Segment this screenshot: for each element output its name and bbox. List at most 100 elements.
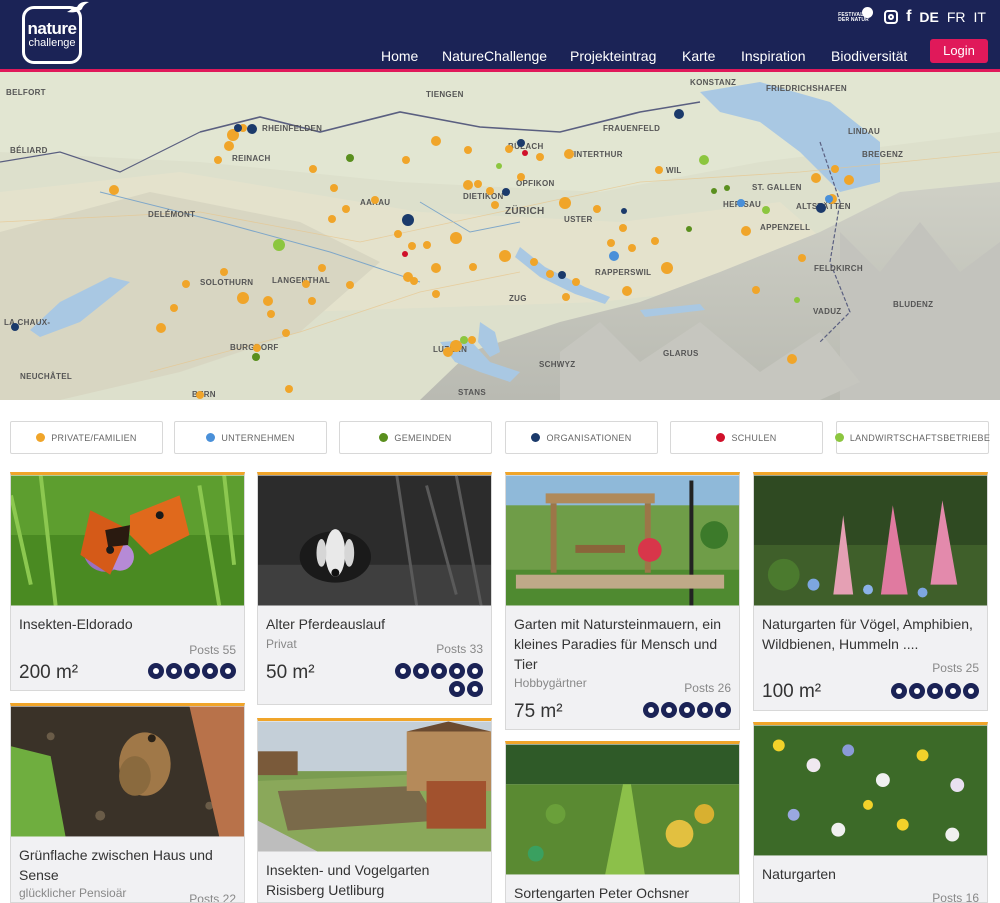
card-title[interactable]: Naturgarten <box>762 864 981 884</box>
snowflake-icon <box>467 681 483 697</box>
map-marker-farm <box>794 297 800 303</box>
nature-challenge-logo[interactable]: nature challenge <box>22 1 89 64</box>
map-marker-company <box>609 251 619 261</box>
map-marker-private <box>831 165 839 173</box>
map-marker-community <box>724 185 730 191</box>
project-card[interactable]: Insekten- und Vogelgarten Risisberg Uetl… <box>257 718 492 903</box>
project-photo <box>754 475 987 606</box>
project-card[interactable]: Alter Pferdeauslauf Privat Posts 33 50 m… <box>257 472 492 705</box>
map-marker-private <box>572 278 580 286</box>
nav-karte[interactable]: Karte <box>682 48 715 64</box>
legend-dot-school <box>716 433 726 442</box>
lang-de[interactable]: DE <box>919 9 938 25</box>
legend-label: ORGANISATIONEN <box>546 432 632 443</box>
map-marker-private <box>474 180 482 188</box>
map-marker-private <box>282 329 290 337</box>
map-marker-organisation <box>558 271 566 279</box>
card-area: 200 m² <box>19 662 79 683</box>
facebook-icon[interactable]: f <box>906 9 911 25</box>
nav-inspiration[interactable]: Inspiration <box>741 48 806 64</box>
map-marker-private <box>607 239 615 247</box>
project-card[interactable]: Naturgarten Posts 16 <box>753 722 988 903</box>
project-photo <box>506 744 739 875</box>
project-card[interactable]: Naturgarten für Vögel, Amphibien, Wildbi… <box>753 472 988 711</box>
card-title[interactable]: Insekten- und Vogelgarten Risisberg Uetl… <box>266 860 485 900</box>
map-marker-farm <box>762 206 770 214</box>
map-marker-private <box>410 277 418 285</box>
legend-label: LANDWIRTSCHAFTSBETRIEBE <box>849 432 991 443</box>
map-marker-private <box>253 344 261 352</box>
card-icons <box>643 702 731 718</box>
map-marker-private <box>285 385 293 393</box>
snowflake-icon <box>927 683 943 699</box>
logo-text-line1: nature <box>27 19 77 38</box>
project-photo <box>11 706 244 837</box>
map-marker-private <box>559 197 571 209</box>
map-marker-private <box>661 262 673 274</box>
project-card[interactable]: Sortengarten Peter Ochsner <box>505 741 740 903</box>
map-marker-private <box>302 280 310 288</box>
nav-projekteintrag[interactable]: Projekteintrag <box>570 48 656 64</box>
project-card[interactable]: Garten mit Natursteinmauern, ein kleines… <box>505 472 740 730</box>
project-card[interactable]: Insekten-Eldorado Posts 55 200 m² <box>10 472 245 691</box>
legend-organisationen[interactable]: ORGANISATIONEN <box>505 421 658 454</box>
nav-naturechallenge[interactable]: NatureChallenge <box>442 48 547 64</box>
leaf-icon <box>184 663 200 679</box>
card-title[interactable]: Garten mit Natursteinmauern, ein kleines… <box>514 614 733 674</box>
lang-fr[interactable]: FR <box>947 9 966 25</box>
legend-gemeinden[interactable]: GEMEINDEN <box>339 421 492 454</box>
legend-unternehmen[interactable]: UNTERNEHMEN <box>174 421 327 454</box>
festival-der-natur-logo[interactable]: FESTIVAL DER NATUR <box>838 7 876 27</box>
legend-private-familien[interactable]: PRIVATE/FAMILIEN <box>10 421 163 454</box>
project-photo <box>258 721 491 852</box>
map-marker-organisation <box>402 214 414 226</box>
nav-biodiversitaet[interactable]: Biodiversität <box>831 48 907 64</box>
map-marker-community <box>252 353 260 361</box>
legend-label: UNTERNEHMEN <box>221 432 295 443</box>
map-marker-private <box>224 141 234 151</box>
map-marker-private <box>619 224 627 232</box>
map-marker-private <box>431 263 441 273</box>
login-button[interactable]: Login <box>930 39 988 63</box>
map-marker-private <box>593 205 601 213</box>
map-marker-organisation <box>816 203 826 213</box>
map-marker-private <box>318 264 326 272</box>
site-header: nature challenge FESTIVAL DER NATUR f DE … <box>0 0 1000 72</box>
map-marker-private <box>263 296 273 306</box>
bird-icon <box>715 702 731 718</box>
legend-label: GEMEINDEN <box>394 432 452 443</box>
bird-icon <box>202 663 218 679</box>
map-marker-farm <box>496 163 502 169</box>
card-subtitle: Hobbygärtner <box>514 676 587 690</box>
card-title[interactable]: Grünflache zwischen Haus und Sense <box>19 845 238 885</box>
bee-icon <box>148 663 164 679</box>
map-marker-private <box>109 185 119 195</box>
card-posts-count: Posts 26 <box>684 681 731 695</box>
map-marker-community <box>711 188 717 194</box>
map-marker-company <box>737 199 745 207</box>
card-title[interactable]: Sortengarten Peter Ochsner <box>514 883 733 902</box>
lang-it[interactable]: IT <box>974 9 986 25</box>
map-marker-private <box>330 184 338 192</box>
legend-dot-private <box>36 433 46 442</box>
instagram-icon[interactable] <box>884 10 899 24</box>
map-marker-private <box>237 292 249 304</box>
projects-map[interactable]: BELFORT RHEINFELDEN TIENGEN KONSTANZ FRI… <box>0 72 1000 400</box>
legend-landwirtschaftsbetriebe[interactable]: LANDWIRTSCHAFTSBETRIEBE <box>834 421 991 454</box>
bee-icon <box>963 683 979 699</box>
map-marker-private <box>328 215 336 223</box>
project-photo <box>506 475 739 606</box>
map-marker-private <box>267 310 275 318</box>
nav-home[interactable]: Home <box>381 48 418 64</box>
map-marker-private <box>536 153 544 161</box>
card-title[interactable]: Alter Pferdeauslauf <box>266 614 485 634</box>
card-title[interactable]: Naturgarten für Vögel, Amphibien, Wildbi… <box>762 614 981 654</box>
map-marker-private <box>798 254 806 262</box>
card-area: 75 m² <box>514 701 563 722</box>
card-title[interactable]: Insekten-Eldorado <box>19 614 238 634</box>
project-card[interactable]: Grünflache zwischen Haus und Sense glück… <box>10 703 245 903</box>
map-legend: PRIVATE/FAMILIEN UNTERNEHMEN GEMEINDEN O… <box>10 421 990 454</box>
frog-icon <box>449 681 465 697</box>
festival-logo-dot <box>862 7 874 18</box>
legend-schulen[interactable]: SCHULEN <box>670 421 823 454</box>
